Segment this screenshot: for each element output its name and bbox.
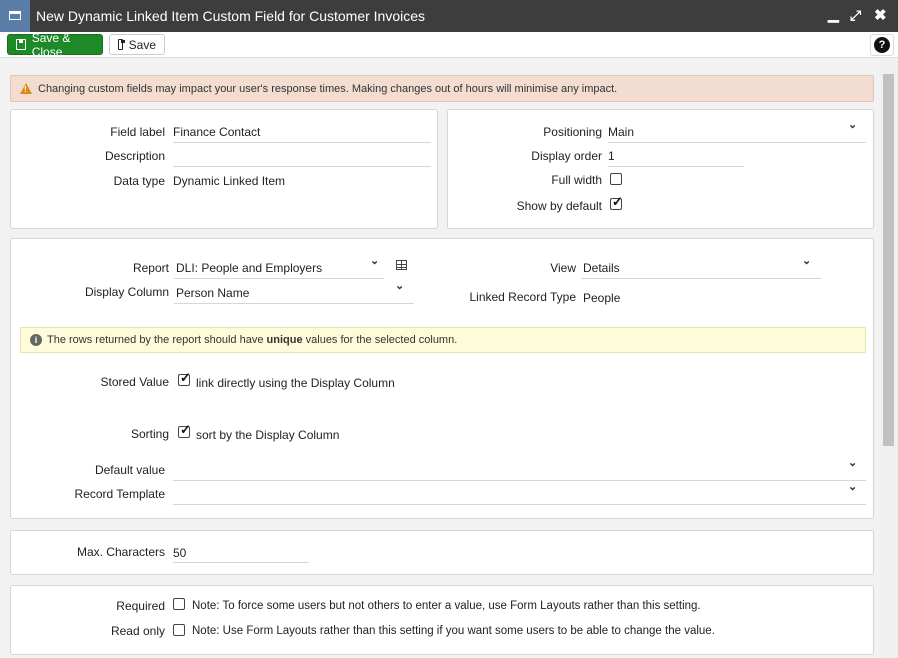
display-column-underline	[174, 303, 414, 304]
sorting-text: sort by the Display Column	[196, 428, 340, 442]
default-value-label: Default value	[94, 463, 165, 477]
limits-panel: Max. Characters 50	[10, 530, 874, 575]
read-only-checkbox[interactable]	[173, 624, 185, 636]
field-label-underline	[173, 142, 431, 143]
info-text: The rows returned by the report should h…	[47, 334, 457, 346]
chevron-down-icon[interactable]	[395, 279, 404, 292]
help-icon: ?	[874, 37, 890, 53]
max-characters-underline	[173, 562, 309, 563]
chevron-down-icon[interactable]	[848, 456, 857, 469]
required-checkbox[interactable]	[173, 598, 185, 610]
record-template-underline	[173, 504, 866, 505]
title-bar: New Dynamic Linked Item Custom Field for…	[0, 0, 898, 32]
toolbar: Save & Close Save ?	[0, 31, 898, 59]
record-template-select[interactable]	[173, 487, 863, 503]
chevron-down-icon[interactable]	[848, 480, 857, 493]
floppy-disk-icon	[118, 39, 125, 50]
info-circle-icon: i	[30, 334, 42, 346]
description-label: Description	[104, 149, 165, 163]
required-note: Note: To force some users but not others…	[192, 600, 701, 612]
default-value-select[interactable]	[173, 463, 863, 479]
display-column-select[interactable]: Person Name	[176, 286, 249, 300]
maximize-icon[interactable]: ⤢	[850, 7, 861, 24]
table-grid-icon[interactable]	[396, 260, 407, 270]
show-by-default-checkbox[interactable]	[610, 194, 623, 210]
stored-value-checkbox[interactable]	[178, 370, 191, 386]
linking-panel: Report DLI: People and Employers Display…	[10, 238, 874, 519]
view-underline	[581, 278, 821, 279]
view-label: View	[550, 261, 576, 275]
default-value-underline	[173, 480, 866, 481]
field-label-label: Field label	[110, 125, 165, 139]
display-order-input[interactable]: 1	[608, 149, 615, 163]
warning-triangle-icon	[20, 83, 32, 94]
vertical-scrollbar[interactable]	[880, 58, 898, 658]
sorting-label: Sorting	[130, 427, 169, 441]
positioning-select[interactable]: Main	[608, 125, 634, 139]
stored-value-text: link directly using the Display Column	[196, 376, 395, 390]
minimize-icon[interactable]: ▁	[828, 6, 839, 23]
placement-panel: Positioning Main Display order 1 Full wi…	[447, 109, 874, 229]
chevron-down-icon[interactable]	[848, 118, 857, 131]
info-text-bold: unique	[266, 334, 303, 346]
form-content: Changing custom fields may impact your u…	[0, 58, 880, 658]
linked-record-type-label: Linked Record Type	[469, 290, 576, 304]
description-underline	[173, 166, 431, 167]
chevron-down-icon[interactable]	[370, 254, 379, 267]
display-order-underline	[608, 166, 744, 167]
positioning-label: Positioning	[543, 125, 602, 139]
full-width-checkbox[interactable]	[610, 173, 622, 185]
flags-panel: Required Note: To force some users but n…	[10, 585, 874, 655]
max-characters-input[interactable]: 50	[173, 546, 186, 560]
close-icon[interactable]: ✖	[874, 6, 887, 24]
info-banner: i The rows returned by the report should…	[20, 327, 866, 353]
positioning-underline	[608, 142, 866, 143]
help-button[interactable]: ?	[870, 34, 894, 56]
report-select[interactable]: DLI: People and Employers	[176, 261, 322, 275]
full-width-label: Full width	[551, 173, 602, 187]
sorting-checkbox[interactable]	[178, 422, 191, 438]
data-type-value: Dynamic Linked Item	[173, 174, 286, 188]
save-and-close-label: Save & Close	[31, 30, 71, 59]
report-label: Report	[132, 261, 169, 275]
show-by-default-label: Show by default	[516, 199, 602, 213]
save-and-close-button[interactable]: Save & Close	[7, 31, 103, 59]
floppy-disk-icon	[16, 39, 26, 50]
read-only-note: Note: Use Form Layouts rather than this …	[192, 625, 715, 637]
description-input[interactable]	[173, 149, 431, 165]
window-icon[interactable]	[0, 0, 30, 32]
display-order-label: Display order	[531, 149, 602, 163]
record-template-label: Record Template	[74, 487, 166, 501]
save-label: Save	[128, 37, 156, 52]
warning-banner: Changing custom fields may impact your u…	[10, 75, 874, 102]
report-underline	[174, 278, 384, 279]
required-label: Required	[116, 599, 165, 613]
field-label-input[interactable]: Finance Contact	[173, 125, 260, 139]
info-text-prefix: The rows returned by the report should h…	[47, 334, 267, 346]
view-select[interactable]: Details	[583, 261, 620, 275]
linked-record-type-value: People	[583, 291, 621, 305]
stored-value-label: Stored Value	[100, 375, 170, 389]
display-column-label: Display Column	[84, 285, 169, 299]
scrollbar-thumb[interactable]	[883, 74, 894, 446]
warning-text: Changing custom fields may impact your u…	[38, 83, 618, 95]
data-type-label: Data type	[113, 174, 165, 188]
window-title: New Dynamic Linked Item Custom Field for…	[36, 8, 426, 24]
max-characters-label: Max. Characters	[76, 545, 165, 559]
read-only-label: Read only	[110, 624, 165, 638]
general-panel: Field label Finance Contact Description …	[10, 109, 438, 229]
save-button[interactable]: Save	[109, 34, 165, 55]
chevron-down-icon[interactable]	[802, 254, 811, 267]
info-text-suffix: values for the selected column.	[302, 334, 458, 346]
